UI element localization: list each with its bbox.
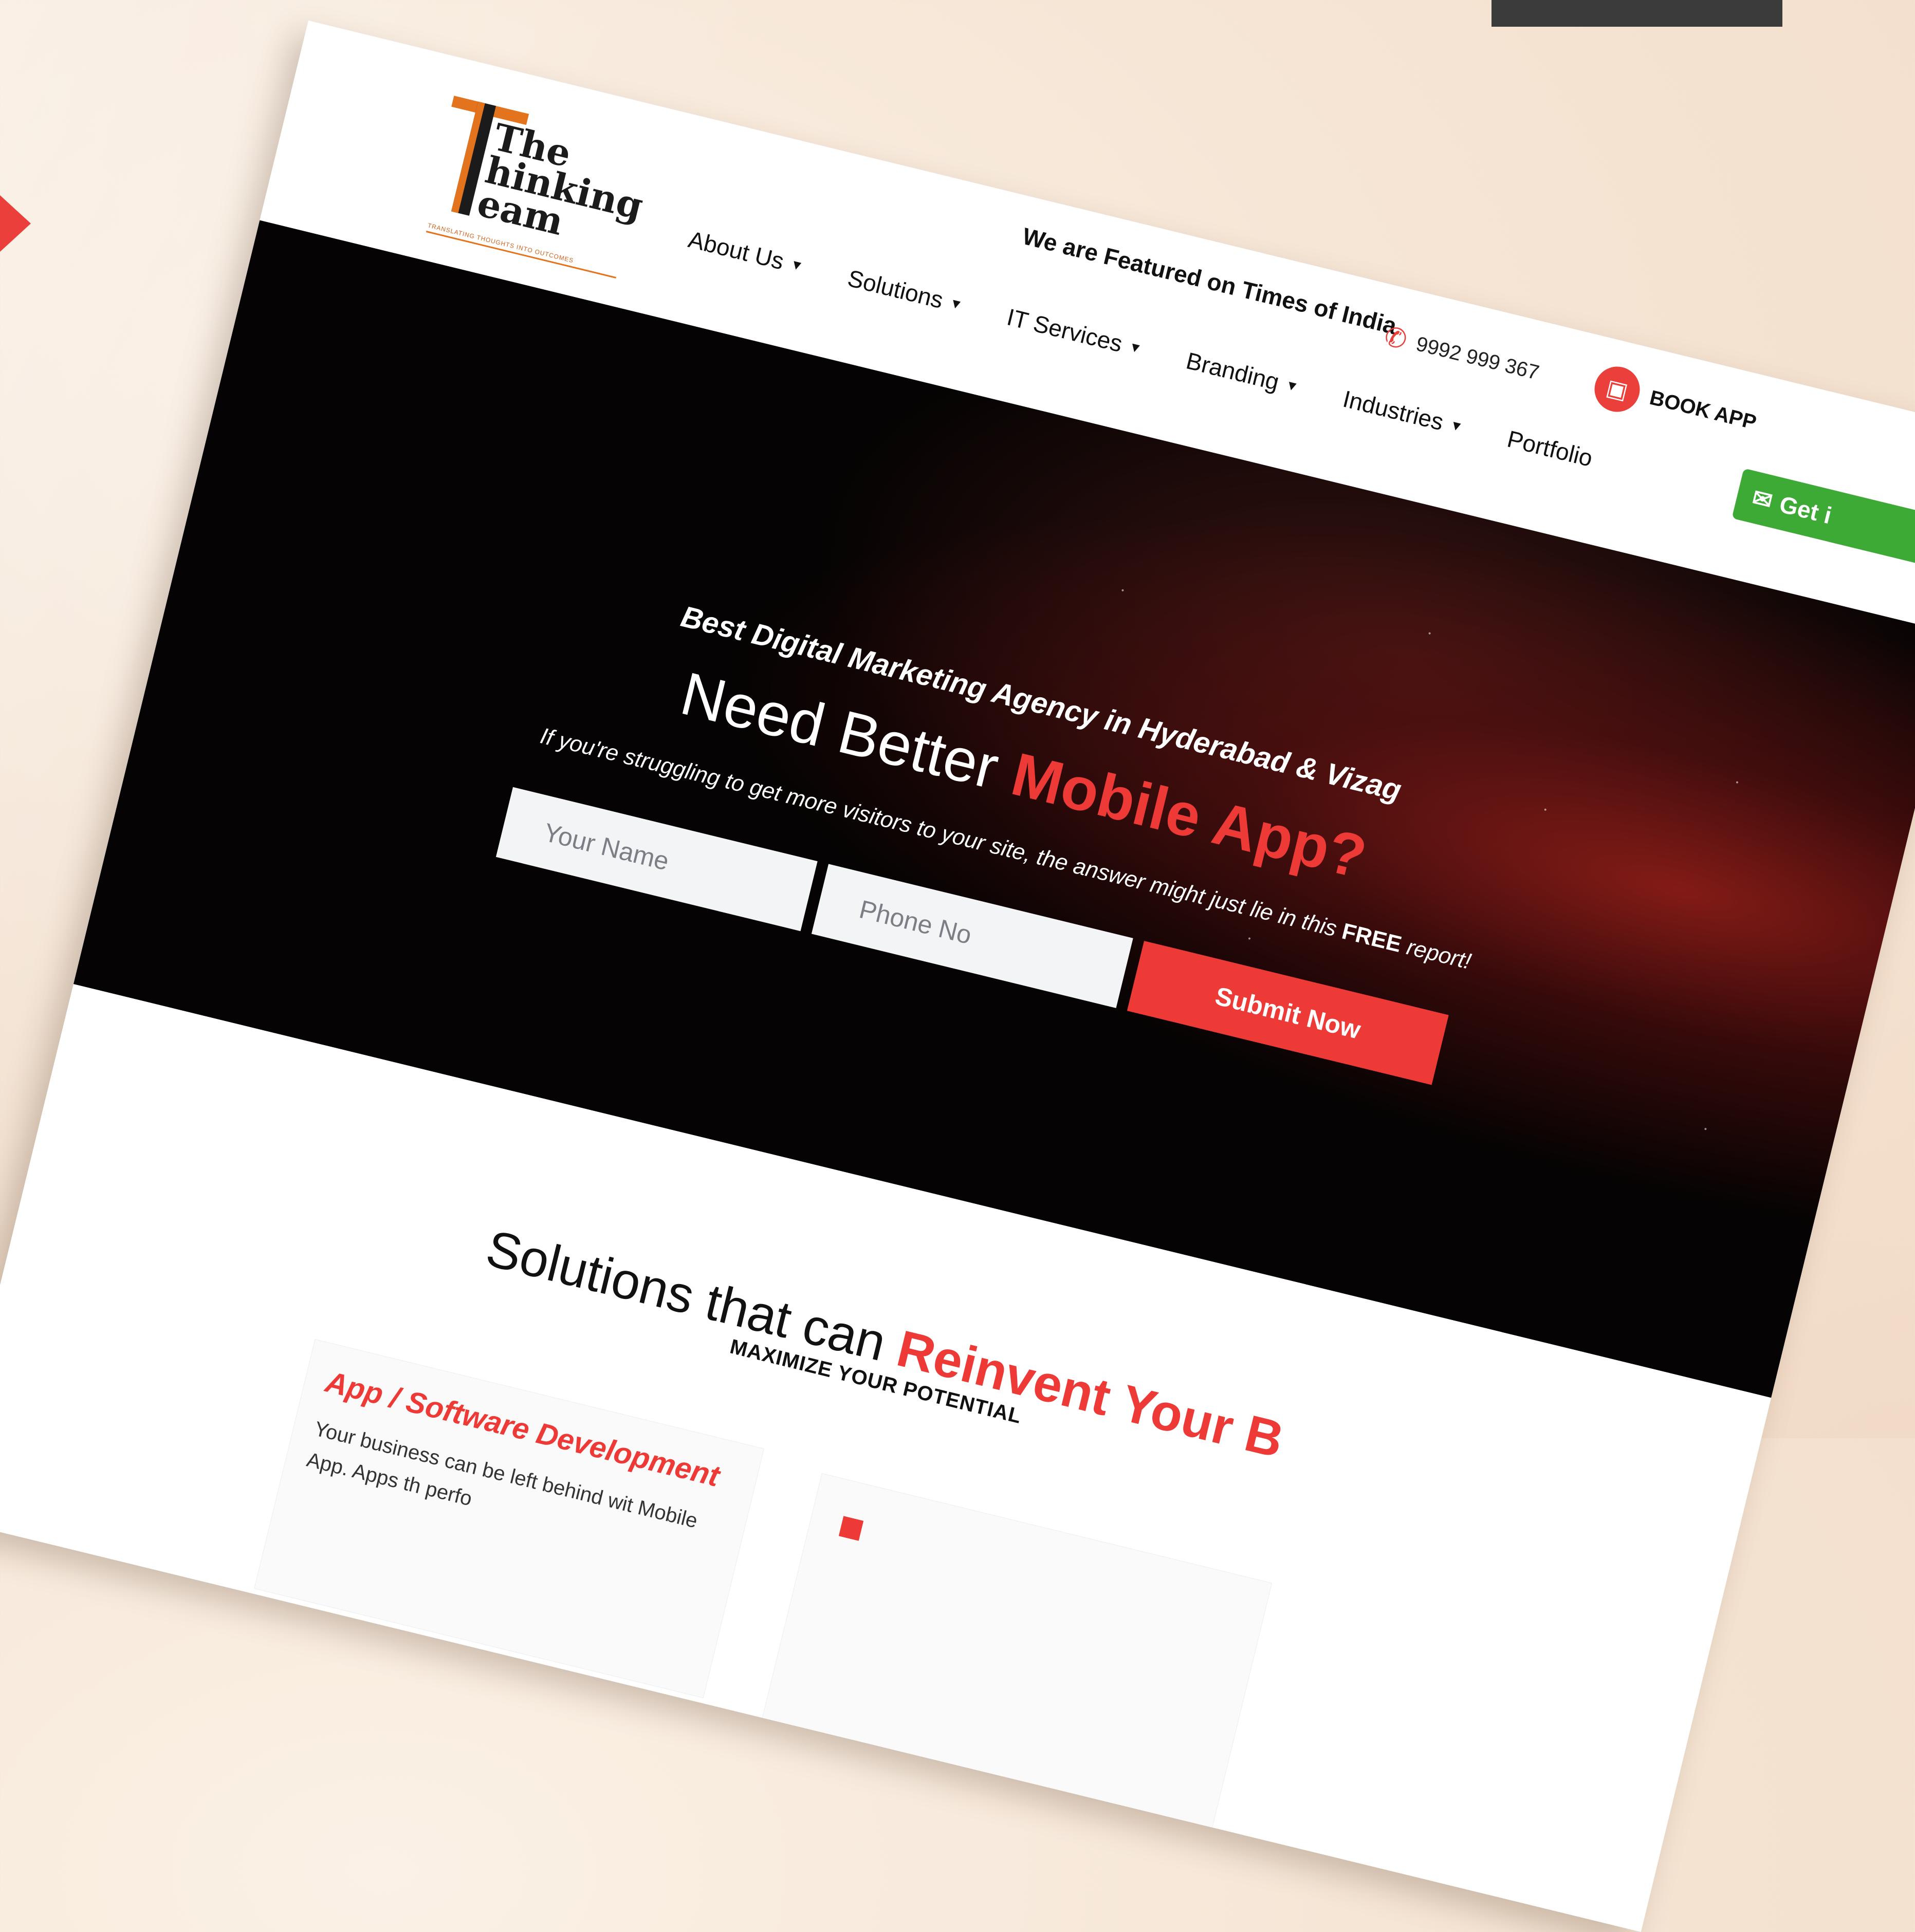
star-decoration bbox=[1248, 937, 1251, 940]
get-in-touch-button[interactable]: ✉ Get i bbox=[1732, 468, 1915, 565]
nav-item-branding[interactable]: Branding ▼ bbox=[1184, 346, 1302, 400]
solution-card-marker bbox=[838, 1516, 864, 1541]
caret-down-icon: ▼ bbox=[1284, 376, 1301, 395]
caret-down-icon: ▼ bbox=[788, 255, 805, 274]
name-input[interactable] bbox=[495, 787, 818, 932]
nav-label: Portfolio bbox=[1504, 425, 1595, 472]
caret-down-icon: ▼ bbox=[1127, 338, 1144, 357]
phone-number: 9992 999 367 bbox=[1413, 332, 1542, 384]
star-decoration bbox=[1704, 1127, 1707, 1130]
phone-input[interactable] bbox=[811, 864, 1133, 1008]
logo-wordmark: The hinking eam bbox=[473, 115, 654, 256]
nav-item-solutions[interactable]: Solutions ▼ bbox=[845, 264, 966, 319]
star-decoration bbox=[1428, 632, 1431, 635]
hero-subtitle-end: report! bbox=[1398, 933, 1474, 975]
submit-button[interactable]: Submit Now bbox=[1127, 941, 1449, 1085]
nav-item-portfolio[interactable]: Portfolio bbox=[1504, 425, 1595, 472]
site-logo[interactable]: The hinking eam TRANSLATING THOUGHTS INT… bbox=[417, 96, 654, 294]
solution-card-2[interactable] bbox=[760, 1473, 1273, 1834]
caret-down-icon: ▼ bbox=[1448, 416, 1465, 435]
nav-item-industries[interactable]: Industries ▼ bbox=[1340, 385, 1466, 441]
nav-label: Industries bbox=[1340, 385, 1446, 436]
solution-card-app-dev[interactable]: App / Software Development Your business… bbox=[254, 1339, 765, 1698]
calendar-icon: ▣ bbox=[1590, 362, 1645, 417]
star-decoration bbox=[1121, 589, 1124, 592]
star-decoration bbox=[1736, 781, 1739, 784]
red-arrow-decoration bbox=[0, 195, 31, 252]
mail-icon: ✉ bbox=[1750, 484, 1776, 515]
book-appointment-label: BOOK APP bbox=[1647, 386, 1759, 434]
hero-subtitle-bold: FREE bbox=[1339, 918, 1404, 958]
nav-item-it-services[interactable]: IT Services ▼ bbox=[1004, 303, 1145, 362]
caret-down-icon: ▼ bbox=[948, 294, 965, 313]
phone-contact[interactable]: ✆ 9992 999 367 bbox=[1381, 321, 1542, 388]
dark-tab-decoration bbox=[1492, 0, 1782, 27]
get-in-touch-label: Get i bbox=[1777, 490, 1834, 529]
nav-label: Solutions bbox=[845, 264, 946, 314]
nav-label: Branding bbox=[1183, 347, 1282, 396]
nav-label: IT Services bbox=[1004, 303, 1126, 358]
nav-item-about-us[interactable]: About Us ▼ bbox=[686, 225, 806, 280]
nav-label: About Us bbox=[686, 226, 787, 275]
book-appointment[interactable]: ▣ BOOK APP bbox=[1590, 362, 1761, 445]
